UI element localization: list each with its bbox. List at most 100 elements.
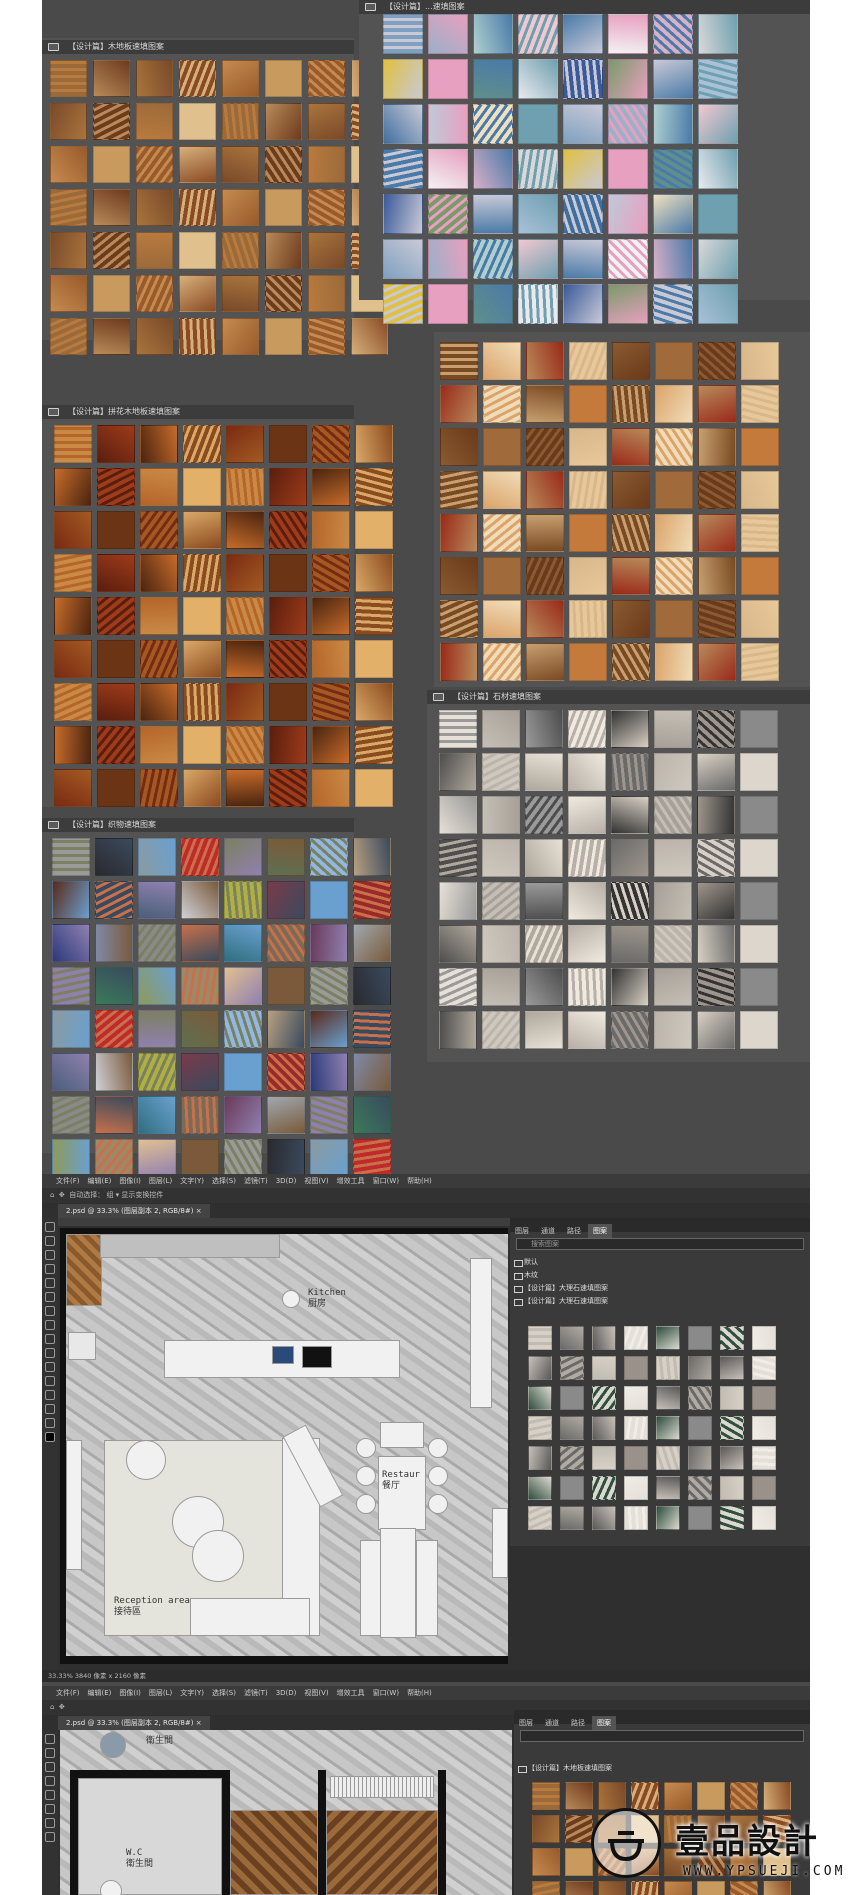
color-swatch-icon[interactable]	[45, 1432, 55, 1442]
pattern-swatch[interactable]	[525, 1011, 563, 1049]
pattern-swatch[interactable]	[383, 194, 423, 234]
pattern-swatch[interactable]	[312, 554, 350, 592]
crop-tool-icon[interactable]	[45, 1776, 55, 1786]
pattern-swatch[interactable]	[222, 189, 259, 226]
pattern-swatch[interactable]	[482, 968, 520, 1006]
pattern-swatch[interactable]	[50, 146, 87, 183]
pattern-swatch[interactable]	[697, 796, 735, 834]
pattern-swatch[interactable]	[698, 149, 738, 189]
pattern-swatch[interactable]	[741, 342, 779, 380]
tab-paths[interactable]: 路径	[562, 1224, 586, 1238]
pattern-swatch[interactable]	[752, 1386, 776, 1410]
pattern-swatch[interactable]	[183, 468, 221, 506]
move-tool-icon[interactable]	[45, 1734, 55, 1744]
pattern-swatch[interactable]	[518, 194, 558, 234]
stamp-tool-icon[interactable]	[45, 1306, 55, 1316]
pattern-swatch[interactable]	[698, 557, 736, 595]
pattern-swatch[interactable]	[482, 839, 520, 877]
pattern-swatch[interactable]	[482, 796, 520, 834]
pattern-swatch[interactable]	[136, 232, 173, 269]
pattern-swatch[interactable]	[698, 194, 738, 234]
pattern-swatch[interactable]	[611, 753, 649, 791]
pattern-swatch[interactable]	[140, 554, 178, 592]
pattern-swatch[interactable]	[655, 385, 693, 423]
pattern-swatch[interactable]	[140, 683, 178, 721]
pattern-swatch[interactable]	[308, 318, 345, 355]
pattern-swatch[interactable]	[624, 1326, 648, 1350]
menu-item[interactable]: 编辑(E)	[88, 1686, 112, 1700]
pattern-swatch[interactable]	[267, 1010, 305, 1048]
pattern-swatch[interactable]	[592, 1476, 616, 1500]
pattern-swatch[interactable]	[563, 194, 603, 234]
pattern-swatch[interactable]	[697, 710, 735, 748]
pattern-swatch[interactable]	[698, 239, 738, 279]
pattern-swatch[interactable]	[655, 514, 693, 552]
pattern-swatch[interactable]	[518, 104, 558, 144]
pattern-swatch[interactable]	[473, 284, 513, 324]
pattern-group[interactable]: 【设计篇】大理石速填图案	[510, 1282, 810, 1295]
pattern-swatch[interactable]	[136, 60, 173, 97]
pattern-swatch[interactable]	[563, 149, 603, 189]
pattern-swatch[interactable]	[752, 1416, 776, 1440]
pattern-swatch[interactable]	[308, 60, 345, 97]
pattern-swatch[interactable]	[740, 882, 778, 920]
pattern-swatch[interactable]	[428, 239, 468, 279]
pattern-swatch[interactable]	[560, 1356, 584, 1380]
pattern-swatch[interactable]	[656, 1416, 680, 1440]
pattern-swatch[interactable]	[269, 511, 307, 549]
pattern-swatch[interactable]	[560, 1416, 584, 1440]
pattern-swatch[interactable]	[224, 924, 262, 962]
pattern-swatch[interactable]	[93, 103, 130, 140]
pattern-swatch[interactable]	[568, 925, 606, 963]
menu-item[interactable]: 文件(F)	[56, 1686, 80, 1700]
pattern-swatch[interactable]	[482, 753, 520, 791]
pattern-swatch[interactable]	[136, 318, 173, 355]
pattern-swatch[interactable]	[440, 643, 478, 681]
pattern-swatch[interactable]	[312, 425, 350, 463]
pattern-swatch[interactable]	[592, 1446, 616, 1470]
pattern-swatch[interactable]	[526, 428, 564, 466]
pattern-swatch[interactable]	[183, 640, 221, 678]
crop-tool-icon[interactable]	[45, 1264, 55, 1274]
pattern-swatch[interactable]	[95, 924, 133, 962]
menu-item[interactable]: 文件(F)	[56, 1174, 80, 1188]
pattern-swatch[interactable]	[224, 1053, 262, 1091]
pattern-swatch[interactable]	[226, 511, 264, 549]
pattern-swatch[interactable]	[653, 149, 693, 189]
pattern-swatch[interactable]	[654, 882, 692, 920]
pattern-swatch[interactable]	[183, 683, 221, 721]
pattern-swatch[interactable]	[688, 1446, 712, 1470]
pattern-swatch[interactable]	[383, 14, 423, 54]
pattern-swatch[interactable]	[698, 104, 738, 144]
pattern-swatch[interactable]	[532, 1848, 560, 1876]
pattern-swatch[interactable]	[224, 1096, 262, 1134]
pattern-swatch[interactable]	[653, 194, 693, 234]
pattern-swatch[interactable]	[592, 1326, 616, 1350]
pattern-swatch[interactable]	[179, 60, 216, 97]
pattern-swatch[interactable]	[611, 796, 649, 834]
pattern-swatch[interactable]	[52, 1053, 90, 1091]
pattern-swatch[interactable]	[568, 796, 606, 834]
pattern-swatch[interactable]	[440, 342, 478, 380]
pattern-swatch[interactable]	[52, 924, 90, 962]
pattern-swatch[interactable]	[698, 643, 736, 681]
pattern-swatch[interactable]	[265, 146, 302, 183]
pattern-swatch[interactable]	[97, 726, 135, 764]
pattern-swatch[interactable]	[181, 967, 219, 1005]
pattern-swatch[interactable]	[528, 1356, 552, 1380]
pattern-swatch[interactable]	[624, 1446, 648, 1470]
stamp-tool-icon[interactable]	[45, 1818, 55, 1828]
pattern-swatch[interactable]	[52, 1139, 90, 1177]
pattern-swatch[interactable]	[181, 1010, 219, 1048]
pattern-swatch[interactable]	[138, 924, 176, 962]
menu-item[interactable]: 窗口(W)	[373, 1174, 399, 1188]
pattern-swatch[interactable]	[608, 59, 648, 99]
panel-header[interactable]: 【设计篇】石材速填图案	[427, 690, 810, 704]
pattern-swatch[interactable]	[569, 471, 607, 509]
pattern-swatch[interactable]	[95, 838, 133, 876]
pattern-swatch[interactable]	[653, 14, 693, 54]
pattern-swatch[interactable]	[656, 1386, 680, 1410]
tab-channels[interactable]: 通道	[540, 1716, 564, 1730]
pattern-swatch[interactable]	[440, 385, 478, 423]
pattern-swatch[interactable]	[269, 425, 307, 463]
